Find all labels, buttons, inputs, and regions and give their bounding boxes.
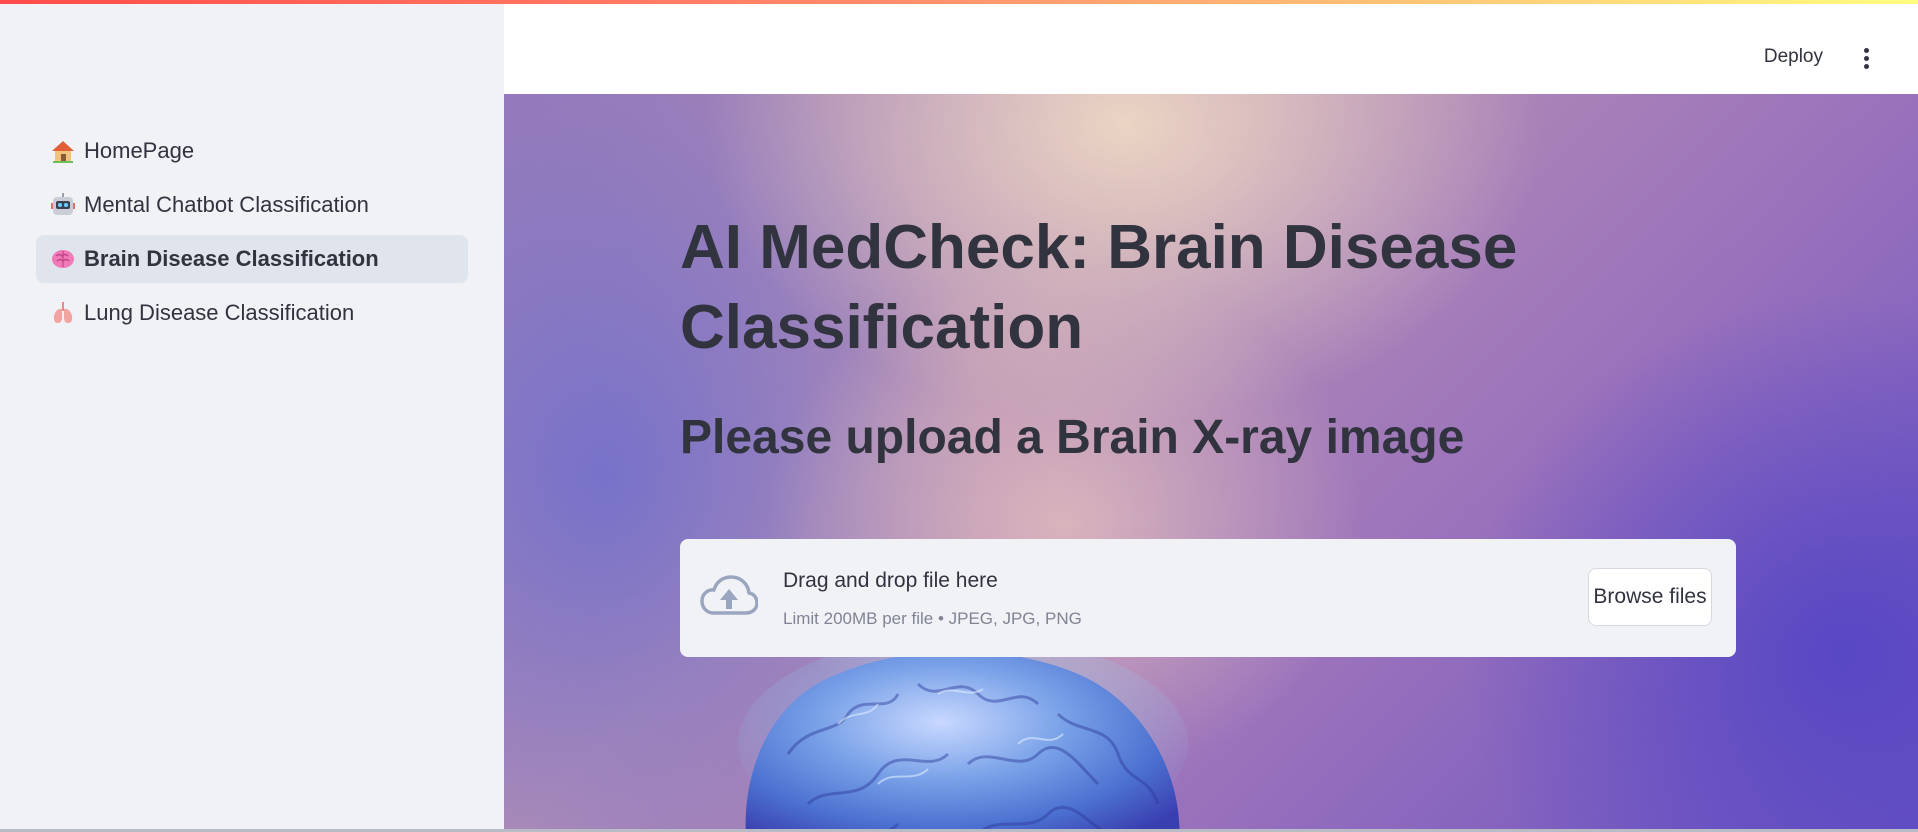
sidebar-item-brain-disease[interactable]: Brain Disease Classification xyxy=(36,235,468,283)
sidebar-nav: HomePage Mental Chatbot Classification B… xyxy=(36,127,468,343)
header-decoration-bar xyxy=(0,0,1918,4)
browse-files-button[interactable]: Browse files xyxy=(1588,568,1712,626)
app-header: Deploy xyxy=(504,4,1918,94)
deploy-button[interactable]: Deploy xyxy=(1764,46,1823,68)
sidebar-item-label: Mental Chatbot Classification xyxy=(84,192,369,217)
sidebar-item-label: HomePage xyxy=(84,138,195,163)
main-content: AI MedCheck: Brain Disease Classificatio… xyxy=(504,94,1918,829)
sidebar: HomePage Mental Chatbot Classification B… xyxy=(0,0,504,829)
file-uploader-dropzone[interactable]: Drag and drop file here Limit 200MB per … xyxy=(680,539,1736,657)
lungs-icon xyxy=(53,302,73,323)
page-title: AI MedCheck: Brain Disease Classificatio… xyxy=(680,213,1518,362)
brain-illustration xyxy=(738,634,1188,829)
kebab-menu-icon[interactable] xyxy=(1862,48,1870,70)
dropzone-file-limit: Limit 200MB per file • JPEG, JPG, PNG xyxy=(783,609,1082,628)
brain-icon xyxy=(52,250,74,268)
dropzone-instructions: Drag and drop file here xyxy=(783,569,998,592)
sidebar-item-label: Brain Disease Classification xyxy=(84,246,379,271)
page-subtitle: Please upload a Brain X-ray image xyxy=(680,411,1465,464)
sidebar-item-lung-disease[interactable]: Lung Disease Classification xyxy=(36,289,468,337)
sidebar-item-label: Lung Disease Classification xyxy=(84,300,355,325)
sidebar-item-mental-chatbot[interactable]: Mental Chatbot Classification xyxy=(36,181,468,229)
house-icon xyxy=(52,141,74,163)
robot-icon xyxy=(51,193,75,215)
cloud-upload-icon xyxy=(700,575,758,615)
sidebar-item-homepage[interactable]: HomePage xyxy=(36,127,468,175)
